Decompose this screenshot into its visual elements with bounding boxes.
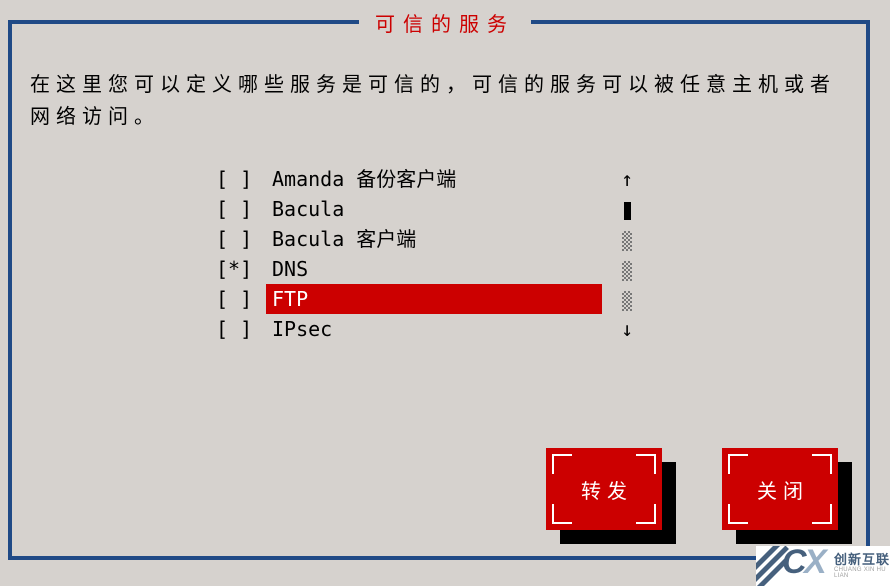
- close-button[interactable]: 关闭: [722, 448, 838, 530]
- service-label: DNS: [266, 254, 602, 284]
- service-label: Bacula: [266, 194, 602, 224]
- scroll-up-arrow[interactable]: ↑: [620, 164, 634, 194]
- service-row[interactable]: [ ]Amanda 备份客户端: [216, 164, 602, 194]
- service-checkbox[interactable]: [*]: [216, 254, 266, 284]
- scrollbar-thumb[interactable]: [620, 194, 634, 224]
- service-row[interactable]: [ ]FTP: [216, 284, 602, 314]
- services-list: [ ]Amanda 备份客户端[ ]Bacula[ ]Bacula 客户端[*]…: [216, 164, 602, 344]
- watermark-x-icon: X: [804, 546, 827, 582]
- service-checkbox[interactable]: [ ]: [216, 164, 266, 194]
- service-row[interactable]: [*]DNS: [216, 254, 602, 284]
- scrollbar-track: [620, 224, 634, 254]
- service-checkbox[interactable]: [ ]: [216, 314, 266, 344]
- service-checkbox[interactable]: [ ]: [216, 284, 266, 314]
- service-label: Amanda 备份客户端: [266, 164, 602, 194]
- scrollbar-track: [620, 254, 634, 284]
- scroll-down-arrow[interactable]: ↓: [620, 314, 634, 344]
- service-label: FTP: [266, 284, 602, 314]
- service-row[interactable]: [ ]IPsec: [216, 314, 602, 344]
- service-checkbox[interactable]: [ ]: [216, 224, 266, 254]
- service-row[interactable]: [ ]Bacula: [216, 194, 602, 224]
- button-row: 转发 关闭: [546, 448, 838, 530]
- scroll-column: ↑ ↓: [620, 164, 634, 344]
- forward-button[interactable]: 转发: [546, 448, 662, 530]
- watermark-cn: 创新互联: [834, 549, 890, 568]
- forward-button-label: 转发: [575, 475, 633, 504]
- watermark-logo: C X 创新互联 CHUANG XIN HU LIAN: [756, 546, 890, 586]
- service-label: IPsec: [266, 314, 602, 344]
- service-label: Bacula 客户端: [266, 224, 602, 254]
- watermark-c-icon: C: [782, 546, 807, 582]
- service-row[interactable]: [ ]Bacula 客户端: [216, 224, 602, 254]
- close-button-label: 关闭: [751, 475, 809, 504]
- scrollbar-track: [620, 284, 634, 314]
- dialog-description: 在这里您可以定义哪些服务是可信的，可信的服务可以被任意主机或者网络访问。: [30, 68, 860, 132]
- watermark-py: CHUANG XIN HU LIAN: [834, 567, 890, 579]
- dialog-title: 可信的服务: [359, 8, 531, 37]
- service-checkbox[interactable]: [ ]: [216, 194, 266, 224]
